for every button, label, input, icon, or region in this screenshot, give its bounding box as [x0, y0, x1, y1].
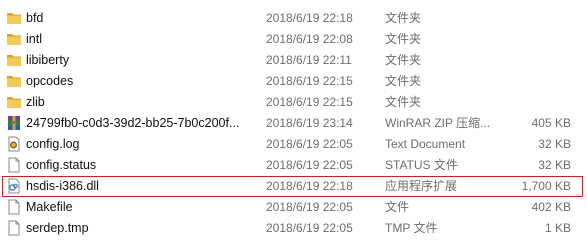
file-name: zlib [26, 95, 45, 109]
log-file-icon [6, 136, 22, 152]
file-type: 应用程序扩展 [385, 179, 458, 193]
folder-icon [6, 94, 22, 110]
file-name: serdep.tmp [26, 221, 89, 235]
file-icon [6, 157, 22, 173]
file-name: bfd [26, 11, 44, 25]
file-date: 2018/6/19 22:11 [266, 53, 352, 67]
folder-icon [6, 10, 22, 26]
file-date: 2018/6/19 22:15 [266, 95, 353, 109]
file-name: libiberty [26, 53, 70, 67]
file-row-libiberty[interactable]: libiberty 2018/6/19 22:11 文件夹 [0, 50, 587, 71]
file-size: 32 KB [538, 137, 571, 151]
file-type: 文件夹 [385, 11, 422, 25]
file-date: 2018/6/19 22:05 [266, 221, 353, 235]
file-date: 2018/6/19 22:05 [266, 137, 353, 151]
file-row-zlib[interactable]: zlib 2018/6/19 22:15 文件夹 [0, 92, 587, 113]
file-row-config-log[interactable]: config.log 2018/6/19 22:05 Text Document… [0, 134, 587, 155]
file-row-hsdis-dll[interactable]: hsdis-i386.dll 2018/6/19 22:18 应用程序扩展 1,… [2, 176, 583, 197]
file-row-serdep-tmp[interactable]: serdep.tmp 2018/6/19 22:05 TMP 文件 1 KB [0, 218, 587, 239]
file-name: 24799fb0-c0d3-39d2-bb25-7b0c200f... [26, 116, 240, 130]
file-date: 2018/6/19 23:14 [266, 116, 353, 130]
file-row-zip-archive[interactable]: 24799fb0-c0d3-39d2-bb25-7b0c200f... 2018… [0, 113, 587, 134]
file-type: 文件夹 [385, 95, 422, 109]
file-date: 2018/6/19 22:18 [266, 11, 353, 25]
file-size: 1 KB [544, 221, 571, 235]
file-type: 文件夹 [385, 74, 422, 88]
file-type: TMP 文件 [385, 221, 438, 235]
file-date: 2018/6/19 22:08 [266, 32, 353, 46]
file-size: 405 KB [531, 116, 571, 130]
file-date: 2018/6/19 22:05 [266, 200, 353, 214]
dll-file-icon [6, 178, 22, 194]
file-type: 文件 [385, 200, 410, 214]
file-type: STATUS 文件 [385, 158, 458, 172]
file-size: 1,700 KB [521, 179, 571, 193]
file-row-opcodes[interactable]: opcodes 2018/6/19 22:15 文件夹 [0, 71, 587, 92]
folder-icon [6, 73, 22, 89]
file-row-makefile[interactable]: Makefile 2018/6/19 22:05 文件 402 KB [0, 197, 587, 218]
file-icon [6, 220, 22, 236]
file-name: config.log [26, 137, 80, 151]
folder-icon [6, 31, 22, 47]
file-name: opcodes [26, 74, 74, 88]
file-row-intl[interactable]: intl 2018/6/19 22:08 文件夹 [0, 29, 587, 50]
file-name: hsdis-i386.dll [26, 179, 99, 193]
file-icon [6, 199, 22, 215]
file-date: 2018/6/19 22:18 [266, 179, 353, 193]
file-type: 文件夹 [385, 32, 422, 46]
file-type: 文件夹 [385, 53, 422, 67]
file-date: 2018/6/19 22:05 [266, 158, 353, 172]
folder-icon [6, 52, 22, 68]
file-row-bfd[interactable]: bfd 2018/6/19 22:18 文件夹 [0, 8, 587, 29]
file-date: 2018/6/19 22:15 [266, 74, 353, 88]
file-row-config-status[interactable]: config.status 2018/6/19 22:05 STATUS 文件 … [0, 155, 587, 176]
file-size: 32 KB [538, 158, 571, 172]
file-type: WinRAR ZIP 压缩... [385, 116, 491, 130]
winrar-archive-icon [6, 115, 22, 131]
file-type: Text Document [385, 137, 466, 151]
file-name: Makefile [26, 200, 73, 214]
file-name: intl [26, 32, 42, 46]
file-list: bfd 2018/6/19 22:18 文件夹 intl 2018/6/19 2… [0, 8, 587, 239]
file-size: 402 KB [531, 200, 571, 214]
file-name: config.status [26, 158, 97, 172]
